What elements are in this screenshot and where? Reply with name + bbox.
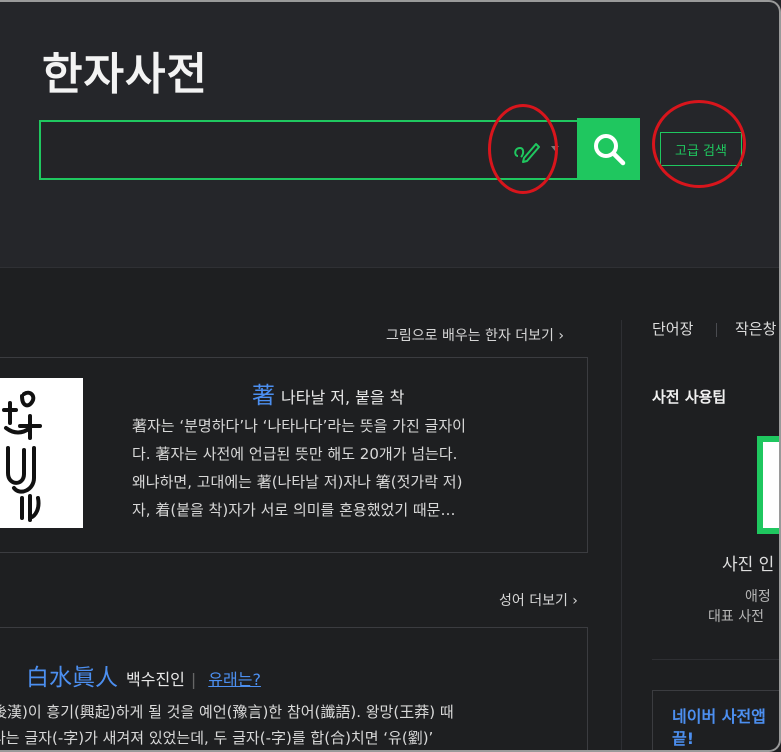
advanced-search-button[interactable]: 고급 검색 xyxy=(660,132,742,166)
search-box xyxy=(39,120,579,180)
tip-subtext: 대표 사전 xyxy=(708,609,764,625)
tip-image[interactable] xyxy=(757,436,781,534)
hanja-picture-image xyxy=(0,378,83,528)
hanja-card-title: 著 나타날 저, 붙을 착 xyxy=(252,376,404,410)
idiom-reading: 백수진인 xyxy=(126,670,185,689)
hanja-card-description: 著자는 ‘분명하다’나 ‘나타나다’라는 뜻을 가진 글자이 다. 著자는 사전… xyxy=(132,412,572,524)
idiom-more-link[interactable]: 성어 더보기 › xyxy=(499,590,578,610)
dictionary-logo[interactable]: 한자사전 xyxy=(42,38,208,102)
hanja-meaning: 나타날 저, 붙을 착 xyxy=(281,388,405,407)
tab-divider xyxy=(716,323,717,337)
idiom-characters[interactable]: 白水眞人 xyxy=(26,665,118,691)
tab-wordbook[interactable]: 단어장 xyxy=(652,318,693,339)
naver-app-banner-text[interactable]: 네이버 사전앱 끝! xyxy=(672,706,781,750)
column-divider xyxy=(621,320,622,752)
sidebar-divider xyxy=(652,659,781,660)
tip-subtext: 애정 xyxy=(745,589,771,605)
description-line: 著자는 ‘분명하다’나 ‘나타나다’라는 뜻을 가진 글자이 xyxy=(132,417,466,435)
description-line: 왜냐하면, 고대에는 著(나타날 저)자나 箸(젓가락 저) xyxy=(132,473,463,491)
idiom-origin-link[interactable]: 유래는? xyxy=(208,670,261,689)
picture-hanja-more-link[interactable]: 그림으로 배우는 한자 더보기 › xyxy=(386,325,564,345)
hanja-character[interactable]: 著 xyxy=(252,383,275,409)
description-line: 다. 著자는 사전에 언급된 뜻만 해도 20개가 넘는다. xyxy=(132,445,458,463)
idiom-card-title: 白水眞人 백수진인 | 유래는? xyxy=(26,658,261,692)
tab-mini-window[interactable]: 작은창 xyxy=(735,318,776,339)
chevron-down-icon[interactable] xyxy=(551,146,559,151)
search-icon xyxy=(593,134,625,166)
dictionary-tip-title: 사전 사용팁 xyxy=(652,388,727,406)
pen-icon xyxy=(514,143,540,163)
handwriting-input-button[interactable] xyxy=(509,134,545,168)
description-line: 자, 着(붙을 착)자가 서로 의미를 혼용했었기 때문… xyxy=(132,501,456,519)
banner-line: 네이버 사전앱 xyxy=(672,707,766,726)
banner-line: 끝! xyxy=(672,729,695,748)
tip-caption[interactable]: 사진 인 xyxy=(722,550,774,575)
header: 한자사전 고급 검색 xyxy=(0,0,781,268)
search-input[interactable] xyxy=(49,130,479,170)
ancient-character-glyph xyxy=(2,390,42,522)
search-button[interactable] xyxy=(577,118,640,180)
page: 한자사전 고급 검색 그림으로 배우는 한자 더보기 › 著 나타날 저, 붙을… xyxy=(0,0,781,752)
divider: | xyxy=(190,670,197,689)
idiom-description-line: 라는 글자(-字)가 새겨져 있었는데, 두 글자(-字)를 합(合)치면 ‘유… xyxy=(0,729,434,747)
idiom-description-line: 後漢)이 흥기(興起)하게 될 것을 예언(豫言)한 참어(讖語). 왕망(王莽… xyxy=(0,703,454,721)
